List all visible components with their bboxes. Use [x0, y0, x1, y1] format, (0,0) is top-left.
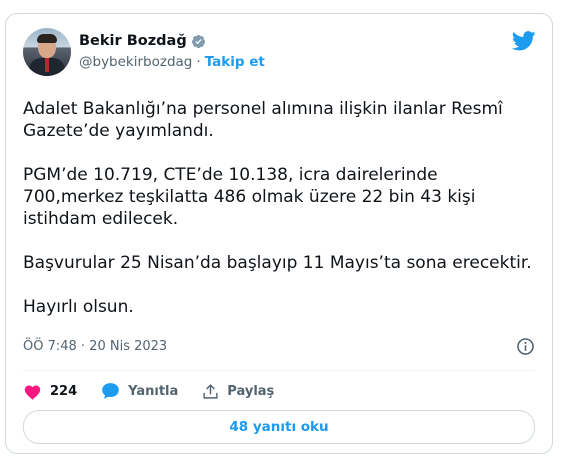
reply-button[interactable]: Yanıtla — [101, 382, 178, 400]
heart-icon — [24, 384, 41, 400]
reply-label: Yanıtla — [128, 383, 179, 399]
tweet-card: Bekir Bozdağ @bybekirbozdag · Takip et Ada… — [5, 13, 553, 454]
author-name[interactable]: Bekir Bozdağ — [79, 33, 187, 49]
tweet-actions: 224 Yanıtla Paylaş — [23, 378, 298, 404]
separator: · — [196, 54, 201, 70]
read-replies-button[interactable]: 48 yanıtı oku — [23, 410, 535, 444]
share-button[interactable]: Paylaş — [202, 383, 274, 400]
like-button[interactable]: 224 — [23, 383, 77, 400]
share-label: Paylaş — [227, 383, 275, 399]
tweet-text: Adalet Bakanlığı’na personel alımına ili… — [23, 99, 532, 317]
tweet-timestamp[interactable]: ÖÖ 7:48 · 20 Nis 2023 — [23, 339, 167, 354]
author-handle[interactable]: @bybekirbozdag — [79, 54, 192, 70]
author-name-row[interactable]: Bekir Bozdağ — [79, 33, 206, 49]
share-icon — [203, 383, 218, 399]
verified-badge-icon — [191, 34, 205, 48]
avatar[interactable] — [23, 28, 71, 76]
twitter-logo-icon[interactable] — [512, 31, 536, 51]
info-icon[interactable] — [516, 337, 535, 356]
follow-button[interactable]: Takip et — [205, 54, 265, 70]
reply-bubble-icon — [102, 383, 119, 399]
like-count: 224 — [50, 383, 78, 399]
author-handle-row: @bybekirbozdag · Takip et — [79, 54, 265, 70]
divider — [23, 370, 535, 371]
